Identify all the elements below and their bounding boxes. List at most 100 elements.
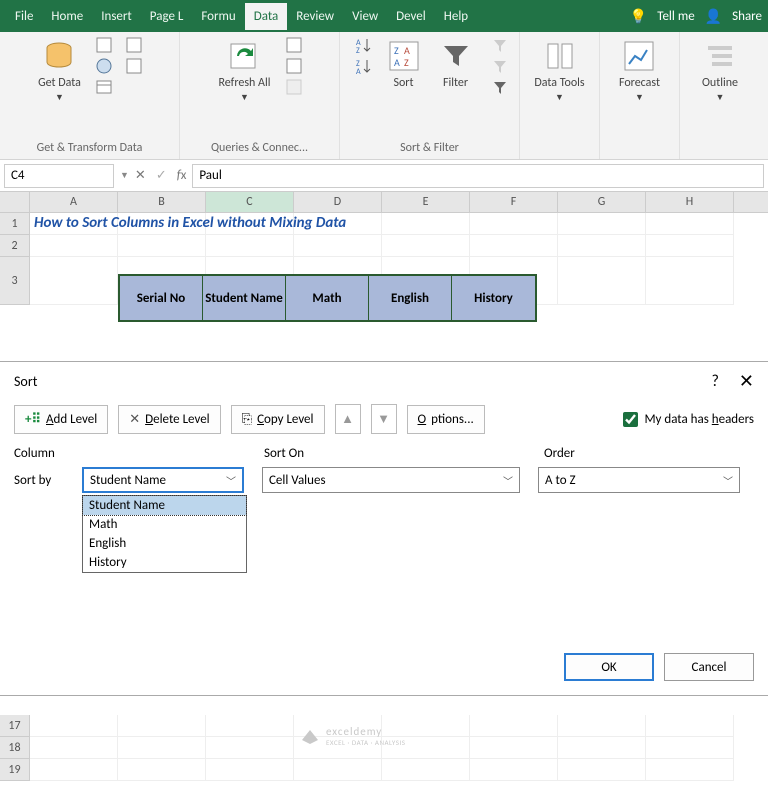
move-down-button[interactable]: ▼ [371,404,397,434]
enter-icon[interactable]: ✓ [156,168,167,183]
clear-icon[interactable] [490,36,510,54]
reapply-icon[interactable] [490,57,510,75]
sorton-header-label: Sort On [264,446,544,461]
headers-checkbox[interactable]: My data has headers [623,412,754,427]
outline-button[interactable]: Outline▼ [698,36,742,105]
logo-icon [300,726,320,746]
close-icon[interactable]: ✕ [739,370,754,392]
tellme-search[interactable]: Tell me [657,9,694,24]
data-tools-button[interactable]: Data Tools▼ [530,36,588,105]
filter-button[interactable]: Filter [434,36,478,92]
bulb-icon: 💡 [630,8,647,25]
add-level-button[interactable]: +⠿ AAdd Leveldd Level [14,405,108,434]
order-combo[interactable]: A to Z﹀ [538,467,740,493]
row-header[interactable]: 17 [0,715,30,737]
outline-icon [702,38,738,74]
sorton-combo[interactable]: Cell Values﹀ [262,467,520,493]
sheet-title: How to Sort Columns in Excel without Mix… [34,214,346,232]
tab-pagelayout[interactable]: Page L [141,3,193,30]
col-header-b[interactable]: B [118,192,206,212]
formula-bar: ▼ ✕ ✓ fx [0,160,768,192]
data-tools-icon [542,38,578,74]
advanced-icon[interactable] [490,78,510,96]
tab-insert[interactable]: Insert [92,3,141,30]
sort-button[interactable]: ZAAZ Sort [382,36,426,92]
sort-dialog: Sort ? ✕ +⠿ AAdd Leveldd Level ✕ Delete … [0,361,768,696]
column-header-label: Column [14,446,264,461]
formula-input[interactable] [192,164,764,188]
funnel-icon [438,38,474,74]
connections-icon[interactable] [125,57,145,75]
col-header-a[interactable]: A [30,192,118,212]
tab-home[interactable]: Home [42,3,92,30]
share-icon: 👤 [705,8,722,25]
col-header-f[interactable]: F [470,192,558,212]
svg-text:A: A [394,56,400,69]
refresh-all-button[interactable]: Refresh All▼ [215,36,275,105]
cancel-icon[interactable]: ✕ [135,168,146,183]
get-data-button[interactable]: Get Data▼ [34,36,85,105]
col-header-c[interactable]: C [206,192,294,212]
copy-icon: ⎘ [242,412,252,427]
row-header[interactable]: 18 [0,737,30,759]
sortby-combo[interactable]: Student Name﹀ Student Name Math English … [82,467,244,493]
tab-file[interactable]: File [6,3,42,30]
help-icon[interactable]: ? [711,372,718,391]
from-table-icon[interactable] [95,78,115,96]
dropdown-option[interactable]: Student Name [83,496,246,515]
forecast-icon [621,38,657,74]
col-header-d[interactable]: D [294,192,382,212]
database-icon [41,38,77,74]
dropdown-option[interactable]: Math [83,515,246,534]
tab-developer[interactable]: Devel [387,3,435,30]
sort-asc-icon[interactable]: AZ [354,36,374,54]
dropdown-option[interactable]: English [83,534,246,553]
th-english[interactable]: English [369,276,452,320]
tab-review[interactable]: Review [287,3,343,30]
from-web-icon[interactable] [95,57,115,75]
move-up-button[interactable]: ▲ [335,404,361,434]
options-button[interactable]: Options... [407,405,485,434]
tab-help[interactable]: Help [435,3,477,30]
sortby-label: Sort by [14,473,82,488]
row-header[interactable]: 3 [0,257,30,305]
editlinks-icon[interactable] [285,78,305,96]
properties-icon[interactable] [285,57,305,75]
from-text-icon[interactable] [95,36,115,54]
tab-data[interactable]: Data [245,3,288,30]
col-header-h[interactable]: H [646,192,734,212]
ribbon-tabs: File Home Insert Page L Formu Data Revie… [0,0,768,32]
headers-checkbox-input[interactable] [623,412,638,427]
share-button[interactable]: Share [732,9,762,24]
th-math[interactable]: Math [286,276,369,320]
cancel-button[interactable]: Cancel [664,653,754,681]
row-header[interactable]: 2 [0,235,30,257]
queries-icon[interactable] [285,36,305,54]
delete-level-button[interactable]: ✕ Delete Level [118,405,220,434]
tab-view[interactable]: View [343,3,387,30]
name-box[interactable] [4,164,114,188]
select-all-corner[interactable] [0,192,30,212]
copy-level-button[interactable]: ⎘ Copy Level [231,405,325,434]
th-history[interactable]: History [452,276,535,320]
forecast-button[interactable]: Forecast▼ [615,36,664,105]
th-student[interactable]: Student Name [203,276,286,320]
recent-icon[interactable] [125,36,145,54]
fx-icon[interactable]: fx [177,168,187,183]
ok-button[interactable]: OK [564,653,654,681]
tab-formulas[interactable]: Formu [192,3,244,30]
dialog-title: Sort [14,373,37,390]
th-serial[interactable]: Serial No [120,276,203,320]
dropdown-option[interactable]: History [83,553,246,572]
col-header-e[interactable]: E [382,192,470,212]
sort-desc-icon[interactable]: ZA [354,57,374,75]
refresh-icon [227,38,263,74]
table-header-row: Serial No Student Name Math English Hist… [118,274,537,322]
row-header[interactable]: 19 [0,759,30,781]
row-header[interactable]: 1 [0,213,30,235]
svg-text:A: A [356,67,361,75]
ribbon: Get Data▼ Get & Transform Data Refresh A… [0,32,768,160]
col-header-g[interactable]: G [558,192,646,212]
watermark: exceldemy EXCEL · DATA · ANALYSIS [300,725,405,747]
worksheet[interactable]: A B C D E F G H 1 2 3 How to Sort Column… [0,192,768,305]
